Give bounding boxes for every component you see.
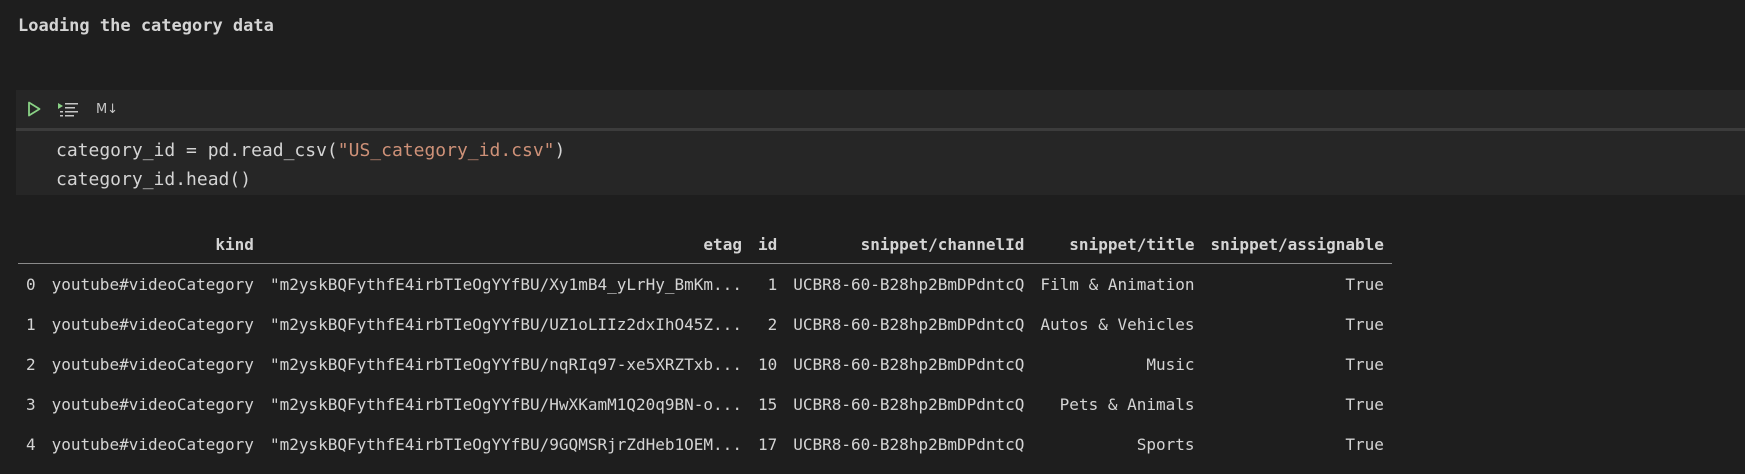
run-by-line-icon bbox=[58, 103, 78, 117]
code-line1-prefix: category_id = pd.read_csv( bbox=[56, 140, 338, 161]
table-header-row: kind etag id snippet/channelId snippet/t… bbox=[18, 225, 1392, 264]
cell-toolbar: M↓ bbox=[16, 90, 1745, 128]
cell-assignable: True bbox=[1345, 314, 1384, 334]
cell-etag: "m2yskBQFythfE4irbTIeOgYYfBU/9GQMSRjrZdH… bbox=[269, 434, 742, 454]
row-index: 1 bbox=[26, 314, 36, 334]
cell-etag: "m2yskBQFythfE4irbTIeOgYYfBU/UZ1oLIIz2dx… bbox=[269, 314, 742, 334]
dataframe-table: kind etag id snippet/channelId snippet/t… bbox=[18, 225, 1392, 464]
cell-kind: youtube#videoCategory bbox=[51, 354, 254, 374]
cell-assignable: True bbox=[1345, 394, 1384, 414]
cell-etag: "m2yskBQFythfE4irbTIeOgYYfBU/nqRIq97-xe5… bbox=[269, 354, 742, 374]
markdown-heading: Loading the category data bbox=[18, 16, 274, 36]
cell-kind: youtube#videoCategory bbox=[51, 274, 254, 294]
code-editor[interactable]: category_id = pd.read_csv("US_category_i… bbox=[56, 136, 565, 194]
column-header-title: snippet/title bbox=[1069, 234, 1195, 254]
toolbar-divider bbox=[16, 128, 1745, 131]
cell-id: 10 bbox=[757, 354, 778, 374]
row-index: 3 bbox=[26, 394, 36, 414]
column-header-etag: etag bbox=[703, 234, 742, 254]
cell-assignable: True bbox=[1345, 354, 1384, 374]
markdown-toggle-button[interactable]: M↓ bbox=[95, 99, 119, 119]
markdown-toggle-label: M↓ bbox=[95, 101, 119, 117]
code-line2: category_id.head() bbox=[56, 169, 252, 190]
cell-id: 2 bbox=[767, 314, 778, 334]
run-by-line-button[interactable] bbox=[56, 99, 80, 119]
column-header-kind: kind bbox=[215, 234, 254, 254]
cell-title: Sports bbox=[1136, 434, 1195, 454]
cell-channelid: UCBR8-60-B28hp2BmDPdntcQ bbox=[793, 354, 1025, 374]
cell-title: Music bbox=[1146, 354, 1195, 374]
code-string-literal: "US_category_id.csv" bbox=[337, 140, 555, 161]
cell-title: Film & Animation bbox=[1040, 274, 1195, 294]
run-cell-button[interactable] bbox=[26, 99, 42, 119]
table-row: 0 youtube#videoCategory "m2yskBQFythfE4i… bbox=[18, 264, 1392, 305]
table-row: 1 youtube#videoCategory "m2yskBQFythfE4i… bbox=[18, 304, 1392, 344]
cell-kind: youtube#videoCategory bbox=[51, 314, 254, 334]
column-header-assignable: snippet/assignable bbox=[1210, 234, 1384, 254]
cell-channelid: UCBR8-60-B28hp2BmDPdntcQ bbox=[793, 274, 1025, 294]
column-header-index bbox=[18, 225, 44, 264]
row-index: 2 bbox=[26, 354, 36, 374]
row-index: 4 bbox=[26, 434, 36, 454]
cell-channelid: UCBR8-60-B28hp2BmDPdntcQ bbox=[793, 434, 1025, 454]
cell-title: Autos & Vehicles bbox=[1040, 314, 1195, 334]
cell-etag: "m2yskBQFythfE4irbTIeOgYYfBU/Xy1mB4_yLrH… bbox=[269, 274, 742, 294]
cell-assignable: True bbox=[1345, 434, 1384, 454]
cell-output: kind etag id snippet/channelId snippet/t… bbox=[18, 225, 1392, 464]
cell-kind: youtube#videoCategory bbox=[51, 434, 254, 454]
code-cell[interactable]: M↓ category_id = pd.read_csv("US_categor… bbox=[16, 90, 1745, 195]
cell-id: 15 bbox=[757, 394, 778, 414]
cell-id: 1 bbox=[767, 274, 778, 294]
cell-channelid: UCBR8-60-B28hp2BmDPdntcQ bbox=[793, 394, 1025, 414]
cell-etag: "m2yskBQFythfE4irbTIeOgYYfBU/HwXKamM1Q20… bbox=[269, 394, 742, 414]
cell-id: 17 bbox=[757, 434, 778, 454]
cell-title: Pets & Animals bbox=[1059, 394, 1195, 414]
table-row: 3 youtube#videoCategory "m2yskBQFythfE4i… bbox=[18, 384, 1392, 424]
column-header-id: id bbox=[757, 234, 778, 254]
table-row: 2 youtube#videoCategory "m2yskBQFythfE4i… bbox=[18, 344, 1392, 384]
code-line1-suffix: ) bbox=[554, 140, 566, 161]
run-icon bbox=[28, 101, 41, 117]
cell-channelid: UCBR8-60-B28hp2BmDPdntcQ bbox=[793, 314, 1025, 334]
cell-assignable: True bbox=[1345, 274, 1384, 294]
cell-kind: youtube#videoCategory bbox=[51, 394, 254, 414]
table-row: 4 youtube#videoCategory "m2yskBQFythfE4i… bbox=[18, 424, 1392, 464]
column-header-channelid: snippet/channelId bbox=[860, 234, 1025, 254]
row-index: 0 bbox=[26, 274, 36, 294]
